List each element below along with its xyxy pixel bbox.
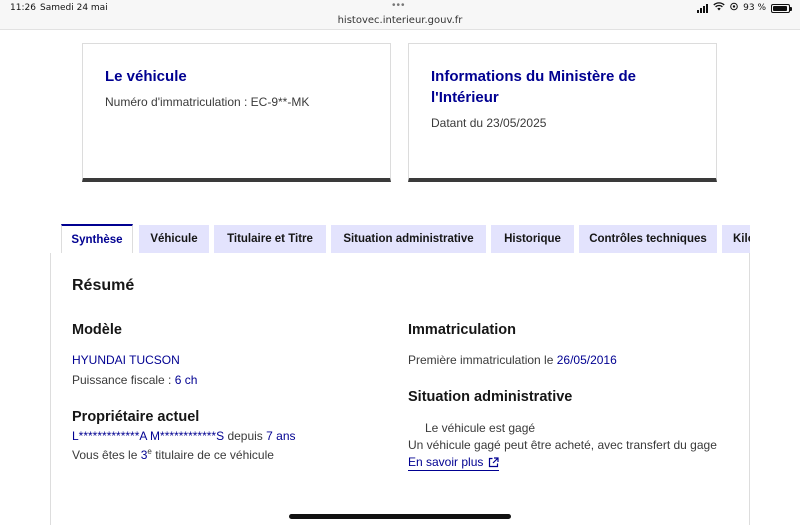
tab-synthese[interactable]: Synthèse [61, 224, 133, 253]
external-link-icon [488, 456, 499, 468]
tab-bar: Synthèse Véhicule Titulaire et Titre Sit… [50, 224, 750, 253]
ministry-card: Informations du Ministère de l'Intérieur… [408, 43, 717, 182]
owner-since-value: 7 ans [266, 429, 296, 443]
address-bar-url[interactable]: histovec.interieur.gouv.fr [0, 15, 800, 26]
vehicle-card-title: Le véhicule [105, 68, 187, 85]
battery-icon [771, 3, 792, 13]
tab-historique[interactable]: Historique [491, 225, 574, 253]
status-date: Samedi 24 mai [40, 3, 108, 13]
pledge-note: Un véhicule gagé peut être acheté, avec … [408, 438, 717, 452]
tab-kilometrage[interactable]: Kilo [722, 225, 750, 253]
fiscal-power-value: 6 ch [174, 373, 198, 387]
data-date: Datant du 23/05/2025 [431, 116, 547, 130]
fiscal-power: Puissance fiscale : 6 ch [72, 373, 197, 387]
tab-vehicule[interactable]: Véhicule [139, 225, 209, 253]
ministry-card-title: Informations du Ministère de l'Intérieur [431, 66, 694, 108]
ministry-title-line1: Informations du Ministère de [431, 68, 637, 85]
admin-heading: Situation administrative [408, 389, 573, 405]
status-indicators: 93 % [697, 2, 792, 14]
learn-more-link[interactable]: En savoir plus [408, 455, 500, 471]
pledge-status: Le véhicule est gagé [425, 421, 536, 435]
first-registration: Première immatriculation le 26/05/2016 [408, 353, 617, 367]
browser-status-bar: 11:26 Samedi 24 mai ••• histovec.interie… [0, 0, 800, 30]
wifi-icon [713, 2, 725, 14]
model-name: HYUNDAI TUCSON [72, 353, 180, 367]
owner-since-label: depuis [224, 429, 267, 443]
fiscal-power-label: Puissance fiscale : [72, 373, 175, 387]
status-time: 11:26 [10, 3, 36, 13]
registration-heading: Immatriculation [408, 322, 516, 338]
owner-rank-prefix: Vous êtes le [72, 448, 141, 462]
tab-titulaire-et-titre[interactable]: Titulaire et Titre [214, 225, 326, 253]
learn-more-label: En savoir plus [408, 455, 484, 469]
owner-rank: Vous êtes le 3e titulaire de ce véhicule [72, 447, 274, 462]
synthese-panel [50, 253, 750, 525]
owner-name: L*************A M************S [72, 429, 225, 443]
vehicle-card: Le véhicule Numéro d'immatriculation : E… [82, 43, 391, 182]
more-dots-icon[interactable]: ••• [392, 0, 406, 11]
home-indicator[interactable] [289, 514, 511, 519]
owner-rank-suffix: titulaire de ce véhicule [151, 448, 274, 462]
registration-number: Numéro d'immatriculation : EC-9**-MK [105, 95, 310, 109]
model-heading: Modèle [72, 322, 122, 338]
owner-heading: Propriétaire actuel [72, 409, 200, 425]
summary-title: Résumé [72, 277, 135, 294]
first-registration-date: 26/05/2016 [556, 353, 617, 367]
ministry-title-line2: l'Intérieur [431, 89, 499, 106]
first-registration-label: Première immatriculation le [408, 353, 557, 367]
battery-percent: 93 % [743, 3, 766, 13]
location-icon [730, 2, 738, 14]
tab-situation-administrative[interactable]: Situation administrative [331, 225, 486, 253]
cellular-signal-icon [697, 3, 709, 13]
tab-controles-techniques[interactable]: Contrôles techniques [579, 225, 717, 253]
owner-line: L*************A M************S depuis 7 … [72, 429, 296, 443]
